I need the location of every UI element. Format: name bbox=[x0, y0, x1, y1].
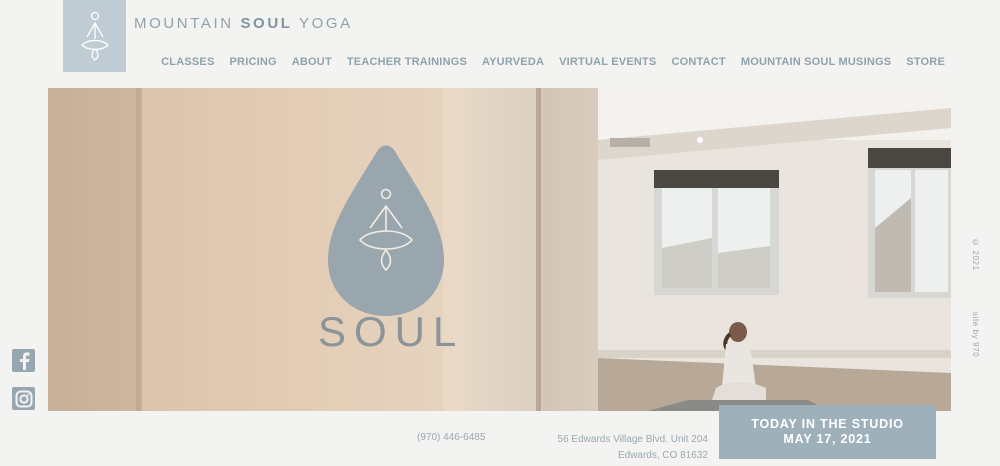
nav-teacher-trainings[interactable]: TEACHER TRAININGS bbox=[347, 56, 467, 68]
brand-name[interactable]: MOUNTAIN SOUL YOGA bbox=[134, 15, 353, 32]
copyright-text: © 2021 bbox=[971, 238, 980, 271]
today-in-studio-button[interactable]: TODAY IN THE STUDIO MAY 17, 2021 bbox=[719, 405, 936, 459]
footer-phone[interactable]: (970) 446-6485 bbox=[417, 432, 485, 443]
site-credit[interactable]: site by 970 bbox=[971, 312, 980, 357]
facebook-button[interactable] bbox=[12, 349, 35, 372]
logo[interactable] bbox=[63, 0, 126, 72]
brand-suffix: YOGA bbox=[292, 15, 353, 32]
instagram-button[interactable] bbox=[12, 387, 35, 410]
hero-image: SOUL bbox=[48, 88, 951, 411]
main-nav: CLASSES PRICING ABOUT TEACHER TRAININGS … bbox=[146, 56, 945, 68]
brand-prefix: MOUNTAIN bbox=[134, 15, 241, 32]
facebook-icon bbox=[19, 351, 29, 370]
brand-bold: SOUL bbox=[240, 15, 293, 32]
nav-store[interactable]: STORE bbox=[906, 56, 945, 68]
address-line-1: 56 Edwards Village Blvd. Unit 204 bbox=[557, 434, 708, 445]
studio-date: MAY 17, 2021 bbox=[783, 432, 872, 446]
nav-about[interactable]: ABOUT bbox=[292, 56, 332, 68]
nav-contact[interactable]: CONTACT bbox=[671, 56, 725, 68]
address-line-2: Edwards, CO 81632 bbox=[617, 450, 708, 461]
nav-ayurveda[interactable]: AYURVEDA bbox=[482, 56, 544, 68]
hero-sign-text: SOUL bbox=[318, 308, 465, 355]
studio-photo bbox=[48, 88, 951, 411]
nav-mountain-soul-musings[interactable]: MOUNTAIN SOUL MUSINGS bbox=[741, 56, 891, 68]
footer-address: 56 Edwards Village Blvd. Unit 204 Edward… bbox=[558, 432, 708, 464]
studio-title: TODAY IN THE STUDIO bbox=[751, 417, 904, 431]
nav-pricing[interactable]: PRICING bbox=[230, 56, 277, 68]
nav-virtual-events[interactable]: VIRTUAL EVENTS bbox=[559, 56, 656, 68]
instagram-icon bbox=[15, 390, 32, 407]
lotus-logo-icon bbox=[80, 11, 109, 61]
nav-classes[interactable]: CLASSES bbox=[161, 56, 214, 68]
